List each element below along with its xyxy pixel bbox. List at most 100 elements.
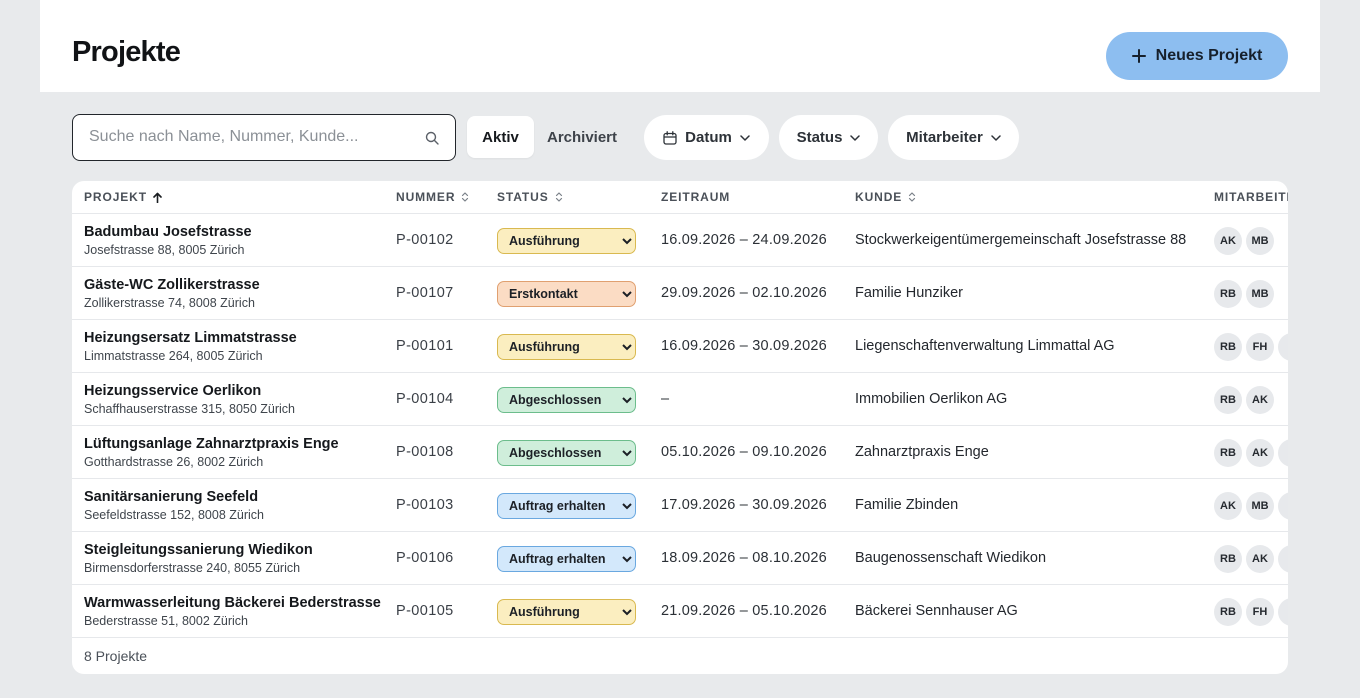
staff-avatars: RBAKF bbox=[1214, 439, 1288, 467]
status-select[interactable]: ErstkontaktAuftrag erhaltenAusführungAbg… bbox=[497, 546, 636, 572]
project-number: P-00101 bbox=[396, 338, 454, 354]
sort-icon bbox=[909, 192, 916, 202]
project-period: 05.10.2026 – 09.10.2026 bbox=[661, 444, 827, 460]
staff-avatars: AK MB bbox=[1214, 227, 1274, 255]
column-header-kunde[interactable]: KUNDE bbox=[855, 190, 916, 204]
project-name[interactable]: Gäste-WC Zollikerstrasse bbox=[84, 277, 260, 293]
avatar[interactable]: RB bbox=[1214, 386, 1242, 414]
table-row[interactable]: Heizungsersatz Limmatstrasse Limmatstrass… bbox=[72, 320, 1288, 373]
staff-avatars: AKMBD bbox=[1214, 492, 1288, 520]
status-select[interactable]: ErstkontaktAuftrag erhaltenAusführungAbg… bbox=[497, 334, 636, 360]
project-name[interactable]: Warmwasserleitung Bäckerei Bederstrasse bbox=[84, 595, 381, 611]
column-label: NUMMER bbox=[396, 190, 456, 204]
avatar[interactable]: MB bbox=[1246, 280, 1274, 308]
project-period: 29.09.2026 – 02.10.2026 bbox=[661, 285, 827, 301]
project-number: P-00106 bbox=[396, 550, 454, 566]
column-header-nummer[interactable]: NUMMER bbox=[396, 190, 469, 204]
table-header: PROJEKT NUMMER STATUS ZEITRAUM KUNDE MIT… bbox=[72, 181, 1288, 214]
calendar-icon bbox=[663, 130, 677, 145]
avatar[interactable]: AK bbox=[1246, 545, 1274, 573]
client-name: Stockwerkeigentümergemeinschaft Josefstr… bbox=[855, 232, 1187, 248]
avatar[interactable]: AK bbox=[1246, 439, 1274, 467]
employee-filter-label: Mitarbeiter bbox=[906, 129, 983, 146]
table-row[interactable]: Badumbau Josefstrasse Josefstrasse 88, 80… bbox=[72, 214, 1288, 267]
status-filter-button[interactable]: Status bbox=[779, 115, 878, 160]
table-row[interactable]: Sanitärsanierung Seefeld Seefeldstrasse 1… bbox=[72, 479, 1288, 532]
project-number: P-00102 bbox=[396, 232, 454, 248]
table-row[interactable]: Lüftungsanlage Zahnarztpraxis Enge Gottha… bbox=[72, 426, 1288, 479]
new-project-button[interactable]: Neues Projekt bbox=[1106, 32, 1288, 80]
avatar[interactable]: AK bbox=[1246, 386, 1274, 414]
tab-aktiv[interactable]: Aktiv bbox=[467, 116, 534, 158]
project-number: P-00108 bbox=[396, 444, 454, 460]
filter-toolbar: Aktiv Archiviert Datum Status Mitarbeite… bbox=[72, 114, 1288, 161]
client-name: Baugenossenschaft Wiedikon bbox=[855, 550, 1047, 566]
avatar[interactable]: D bbox=[1278, 598, 1288, 626]
client-name: Immobilien Oerlikon AG bbox=[855, 391, 1008, 407]
plus-icon bbox=[1131, 49, 1146, 63]
sort-ascending-icon bbox=[153, 192, 162, 203]
table-row[interactable]: Steigleitungssanierung Wiedikon Birmensdo… bbox=[72, 532, 1288, 585]
project-name[interactable]: Lüftungsanlage Zahnarztpraxis Enge bbox=[84, 436, 339, 452]
column-header-status[interactable]: STATUS bbox=[497, 190, 563, 204]
avatar[interactable]: RB bbox=[1214, 598, 1242, 626]
status-select[interactable]: ErstkontaktAuftrag erhaltenAusführungAbg… bbox=[497, 228, 636, 254]
status-select[interactable]: ErstkontaktAuftrag erhaltenAusführungAbg… bbox=[497, 440, 636, 466]
status-select[interactable]: ErstkontaktAuftrag erhaltenAusführungAbg… bbox=[497, 281, 636, 307]
column-label: MITARBEITER bbox=[1214, 190, 1288, 204]
sort-icon bbox=[555, 192, 562, 202]
project-period: – bbox=[661, 391, 670, 407]
avatar[interactable]: RB bbox=[1214, 439, 1242, 467]
avatar[interactable]: F bbox=[1278, 439, 1288, 467]
project-name[interactable]: Badumbau Josefstrasse bbox=[84, 224, 252, 240]
tab-archiviert[interactable]: Archiviert bbox=[538, 116, 626, 158]
project-number: P-00103 bbox=[396, 497, 454, 513]
projects-table: PROJEKT NUMMER STATUS ZEITRAUM KUNDE MIT… bbox=[72, 181, 1288, 674]
employee-filter-button[interactable]: Mitarbeiter bbox=[888, 115, 1019, 160]
staff-avatars: RB AK bbox=[1214, 386, 1274, 414]
table-row[interactable]: Heizungsservice Oerlikon Schaffhauserstra… bbox=[72, 373, 1288, 426]
client-name: Liegenschaftenverwaltung Limmattal AG bbox=[855, 338, 1115, 354]
status-filter-label: Status bbox=[796, 129, 843, 146]
project-number: P-00107 bbox=[396, 285, 454, 301]
project-address: Schaffhauserstrasse 315, 8050 Zürich bbox=[84, 402, 296, 416]
avatar[interactable]: MB bbox=[1246, 227, 1274, 255]
avatar[interactable]: D bbox=[1278, 492, 1288, 520]
column-label: STATUS bbox=[497, 190, 549, 204]
status-select[interactable]: ErstkontaktAuftrag erhaltenAusführungAbg… bbox=[497, 387, 636, 413]
avatar[interactable]: AK bbox=[1214, 492, 1242, 520]
date-filter-button[interactable]: Datum bbox=[644, 115, 769, 160]
search-input[interactable] bbox=[89, 115, 419, 159]
project-address: Gotthardstrasse 26, 8002 Zürich bbox=[84, 455, 264, 469]
project-name[interactable]: Steigleitungssanierung Wiedikon bbox=[84, 542, 313, 558]
client-name: Familie Zbinden bbox=[855, 497, 959, 513]
project-address: Birmensdorferstrasse 240, 8055 Zürich bbox=[84, 561, 301, 575]
avatar[interactable]: AK bbox=[1214, 227, 1242, 255]
avatar[interactable]: D bbox=[1278, 333, 1288, 361]
project-address: Limmatstrasse 264, 8005 Zürich bbox=[84, 349, 263, 363]
column-header-projekt[interactable]: PROJEKT bbox=[84, 190, 162, 204]
column-header-zeitraum: ZEITRAUM bbox=[661, 190, 730, 204]
avatar[interactable]: RB bbox=[1214, 280, 1242, 308]
avatar[interactable]: M bbox=[1278, 545, 1288, 573]
page-header: Projekte Neues Projekt bbox=[40, 0, 1320, 92]
project-name[interactable]: Heizungsservice Oerlikon bbox=[84, 383, 261, 399]
staff-avatars: RB MB bbox=[1214, 280, 1274, 308]
project-period: 16.09.2026 – 24.09.2026 bbox=[661, 232, 827, 248]
project-name[interactable]: Heizungsersatz Limmatstrasse bbox=[84, 330, 297, 346]
avatar[interactable]: MB bbox=[1246, 492, 1274, 520]
avatar[interactable]: FH bbox=[1246, 598, 1274, 626]
search-icon bbox=[425, 131, 439, 145]
client-name: Zahnarztpraxis Enge bbox=[855, 444, 989, 460]
page-title: Projekte bbox=[72, 36, 181, 68]
project-name[interactable]: Sanitärsanierung Seefeld bbox=[84, 489, 258, 505]
avatar[interactable]: RB bbox=[1214, 333, 1242, 361]
avatar[interactable]: RB bbox=[1214, 545, 1242, 573]
table-row[interactable]: Gäste-WC Zollikerstrasse Zollikerstrasse … bbox=[72, 267, 1288, 320]
status-select[interactable]: ErstkontaktAuftrag erhaltenAusführungAbg… bbox=[497, 599, 636, 625]
project-count: 8 Projekte bbox=[84, 648, 148, 664]
table-row[interactable]: Warmwasserleitung Bäckerei Bederstrasse B… bbox=[72, 585, 1288, 638]
column-label: KUNDE bbox=[855, 190, 903, 204]
status-select[interactable]: ErstkontaktAuftrag erhaltenAusführungAbg… bbox=[497, 493, 636, 519]
avatar[interactable]: FH bbox=[1246, 333, 1274, 361]
